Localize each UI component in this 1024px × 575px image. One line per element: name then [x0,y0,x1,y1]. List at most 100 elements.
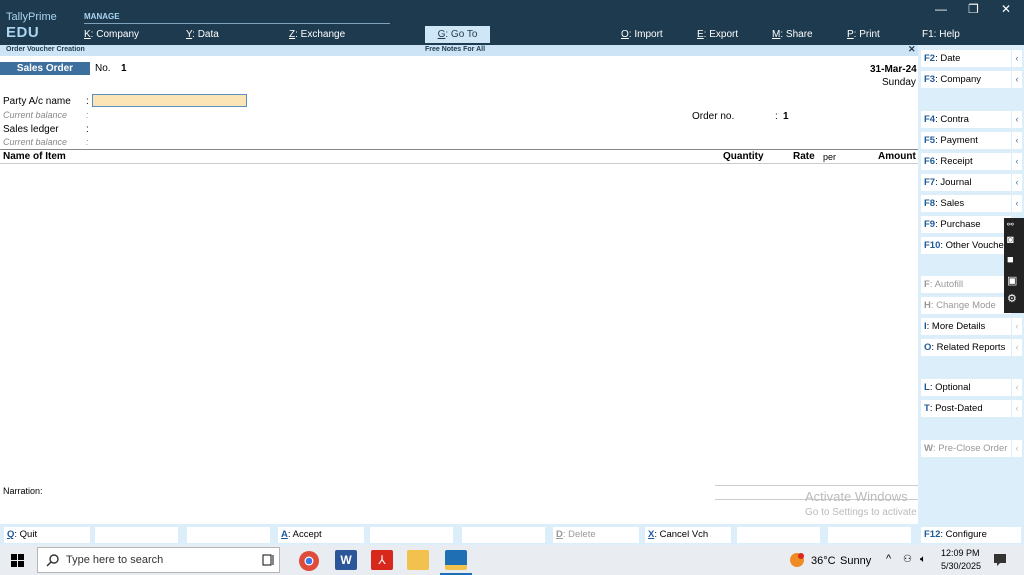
menu-share[interactable]: M: Share [772,29,813,40]
floating-recorder-toolbar: ⚯ ◙ ■ ▣ ⚙ [1004,218,1024,313]
right-btn-receipt[interactable]: F6: Receipt [921,153,1011,170]
right-btn-payment[interactable]: F5: Payment [921,132,1011,149]
voucher-date[interactable]: 31-Mar-24 [870,64,917,75]
menu-import[interactable]: O: Import [621,29,663,40]
video-icon[interactable]: ■ [1007,254,1014,266]
bottom-btn-configure[interactable]: F12: Configure [921,527,1021,543]
party-label: Party A/c name [3,96,71,107]
right-btn-related-reports[interactable]: O: Related Reports [921,339,1011,356]
restore-icon[interactable]: ❐ [968,2,979,16]
screen-icon[interactable]: ▣ [1007,274,1017,287]
right-btn-post-dated[interactable]: T: Post-Dated [921,400,1011,417]
bottom-btn-empty-5 [737,527,820,543]
acrobat-icon[interactable]: ⅄ [371,550,393,570]
chevron-up-icon[interactable]: ^ [886,553,891,565]
taskbar-time[interactable]: 12:09 PM [941,548,980,558]
right-btn-optional[interactable]: L: Optional [921,379,1011,396]
chevron-left-icon[interactable]: ‹ [1012,132,1022,149]
weather-temperature[interactable]: 36°C [811,555,836,567]
right-btn-sales[interactable]: F8: Sales [921,195,1011,212]
windows-start-icon[interactable] [11,554,24,567]
table-top-line [0,149,918,150]
logo-edu: EDU [6,24,40,41]
col-name-of-item: Name of Item [3,151,66,162]
right-btn-contra[interactable]: F4: Contra [921,111,1011,128]
camera-icon[interactable]: ◙ [1007,234,1014,246]
chevron-left-icon[interactable]: ‹ [1012,400,1022,417]
network-icon[interactable]: ⚇ [903,554,912,565]
right-btn-more-details[interactable]: I: More Details [921,318,1011,335]
chevron-left-icon[interactable]: ‹ [1012,71,1022,88]
party-colon: : [86,96,89,107]
voucher-no-label: No. [95,63,111,74]
tally-window: TallyPrime EDU MANAGE K: Company Y: Data… [0,0,1024,575]
right-btn-journal[interactable]: F7: Journal [921,174,1011,191]
speaker-icon[interactable]: 🔈︎ [920,554,926,565]
bottom-btn-empty-4 [462,527,545,543]
manage-divider [84,23,390,24]
chevron-left-icon[interactable]: ‹ [1012,111,1022,128]
bottom-btn-accept[interactable]: A: Accept [278,527,364,543]
weather-sun-icon[interactable] [789,552,805,568]
link-icon[interactable]: ⚯ [1007,220,1014,229]
col-quantity: Quantity [723,151,764,162]
screen-title: Order Voucher Creation [6,46,85,53]
windows-taskbar: Type here to search W ⅄ 36°C Sunny ^ ⚇ 🔈… [0,545,1024,575]
chevron-left-icon[interactable]: ‹ [1012,379,1022,396]
menu-export[interactable]: E: Export [697,29,738,40]
voucher-type-badge[interactable]: Sales Order [0,62,90,75]
bottom-btn-cancel-vch[interactable]: X: Cancel Vch [645,527,731,543]
menu-help[interactable]: F1: Help [922,29,960,40]
chevron-left-icon[interactable]: ‹ [1012,50,1022,67]
settings-icon[interactable]: ⚙ [1007,292,1017,305]
file-explorer-icon[interactable] [407,550,429,570]
task-view-icon[interactable] [262,553,276,567]
taskbar-search-input[interactable]: Type here to search [37,547,280,573]
menu-data[interactable]: Y: Data [186,29,219,40]
close-icon[interactable]: ✕ [1001,2,1011,16]
col-amount: Amount [878,151,916,162]
notification-icon[interactable] [993,553,1007,567]
order-no-value[interactable]: 1 [783,111,789,122]
taskbar-date[interactable]: 5/30/2025 [941,561,981,571]
chrome-icon[interactable] [298,550,320,572]
narration-label: Narration: [3,486,43,496]
party-name-input[interactable] [92,94,247,107]
menu-exchange[interactable]: Z: Exchange [289,29,345,40]
chevron-left-icon[interactable]: ‹ [1012,174,1022,191]
right-btn-pre-close-order[interactable]: W: Pre-Close Order [921,440,1011,457]
activate-windows-title: Activate Windows [805,489,908,504]
chevron-left-icon[interactable]: ‹ [1012,153,1022,170]
bottom-button-bar: Q: Quit A: Accept D: Delete X: Cancel Vc… [0,524,1024,545]
current-balance-colon-1: : [86,110,89,120]
bottom-btn-delete[interactable]: D: Delete [553,527,639,543]
word-icon[interactable]: W [335,550,357,570]
menu-goto[interactable]: G: Go To [425,26,490,43]
bottom-btn-quit[interactable]: Q: Quit [4,527,90,543]
right-btn-other-vouchers[interactable]: F10: Other Vouchers [921,237,1011,254]
voucher-no-value: 1 [121,63,127,74]
tally-app-icon[interactable] [445,550,467,570]
bottom-btn-empty-3 [370,527,453,543]
chevron-left-icon[interactable]: ‹ [1012,318,1022,335]
weather-condition[interactable]: Sunny [840,555,871,567]
chevron-left-icon[interactable]: ‹ [1012,339,1022,356]
right-btn-purchase[interactable]: F9: Purchase [921,216,1011,233]
right-btn-autofill[interactable]: F: Autofill [921,276,1011,293]
minimize-icon[interactable]: — [935,2,947,16]
order-no-label: Order no. [692,111,735,122]
menu-print[interactable]: P: Print [847,29,880,40]
bottom-btn-empty-1 [95,527,178,543]
right-btn-company[interactable]: F3: Company [921,71,1011,88]
right-btn-change-mode[interactable]: H: Change Mode [921,297,1011,314]
voucher-day: Sunday [882,77,916,88]
company-name: Free Notes For All [425,46,486,53]
current-balance-label-2: Current balance [3,137,68,147]
right-btn-date[interactable]: F2: Date [921,50,1011,67]
menu-company[interactable]: K: Company [84,29,139,40]
chevron-left-icon: ‹ [1012,440,1022,457]
order-no-colon: : [775,111,778,122]
col-rate: Rate [793,151,815,162]
chevron-left-icon[interactable]: ‹ [1012,195,1022,212]
close-voucher-icon[interactable]: ✕ [908,44,916,55]
